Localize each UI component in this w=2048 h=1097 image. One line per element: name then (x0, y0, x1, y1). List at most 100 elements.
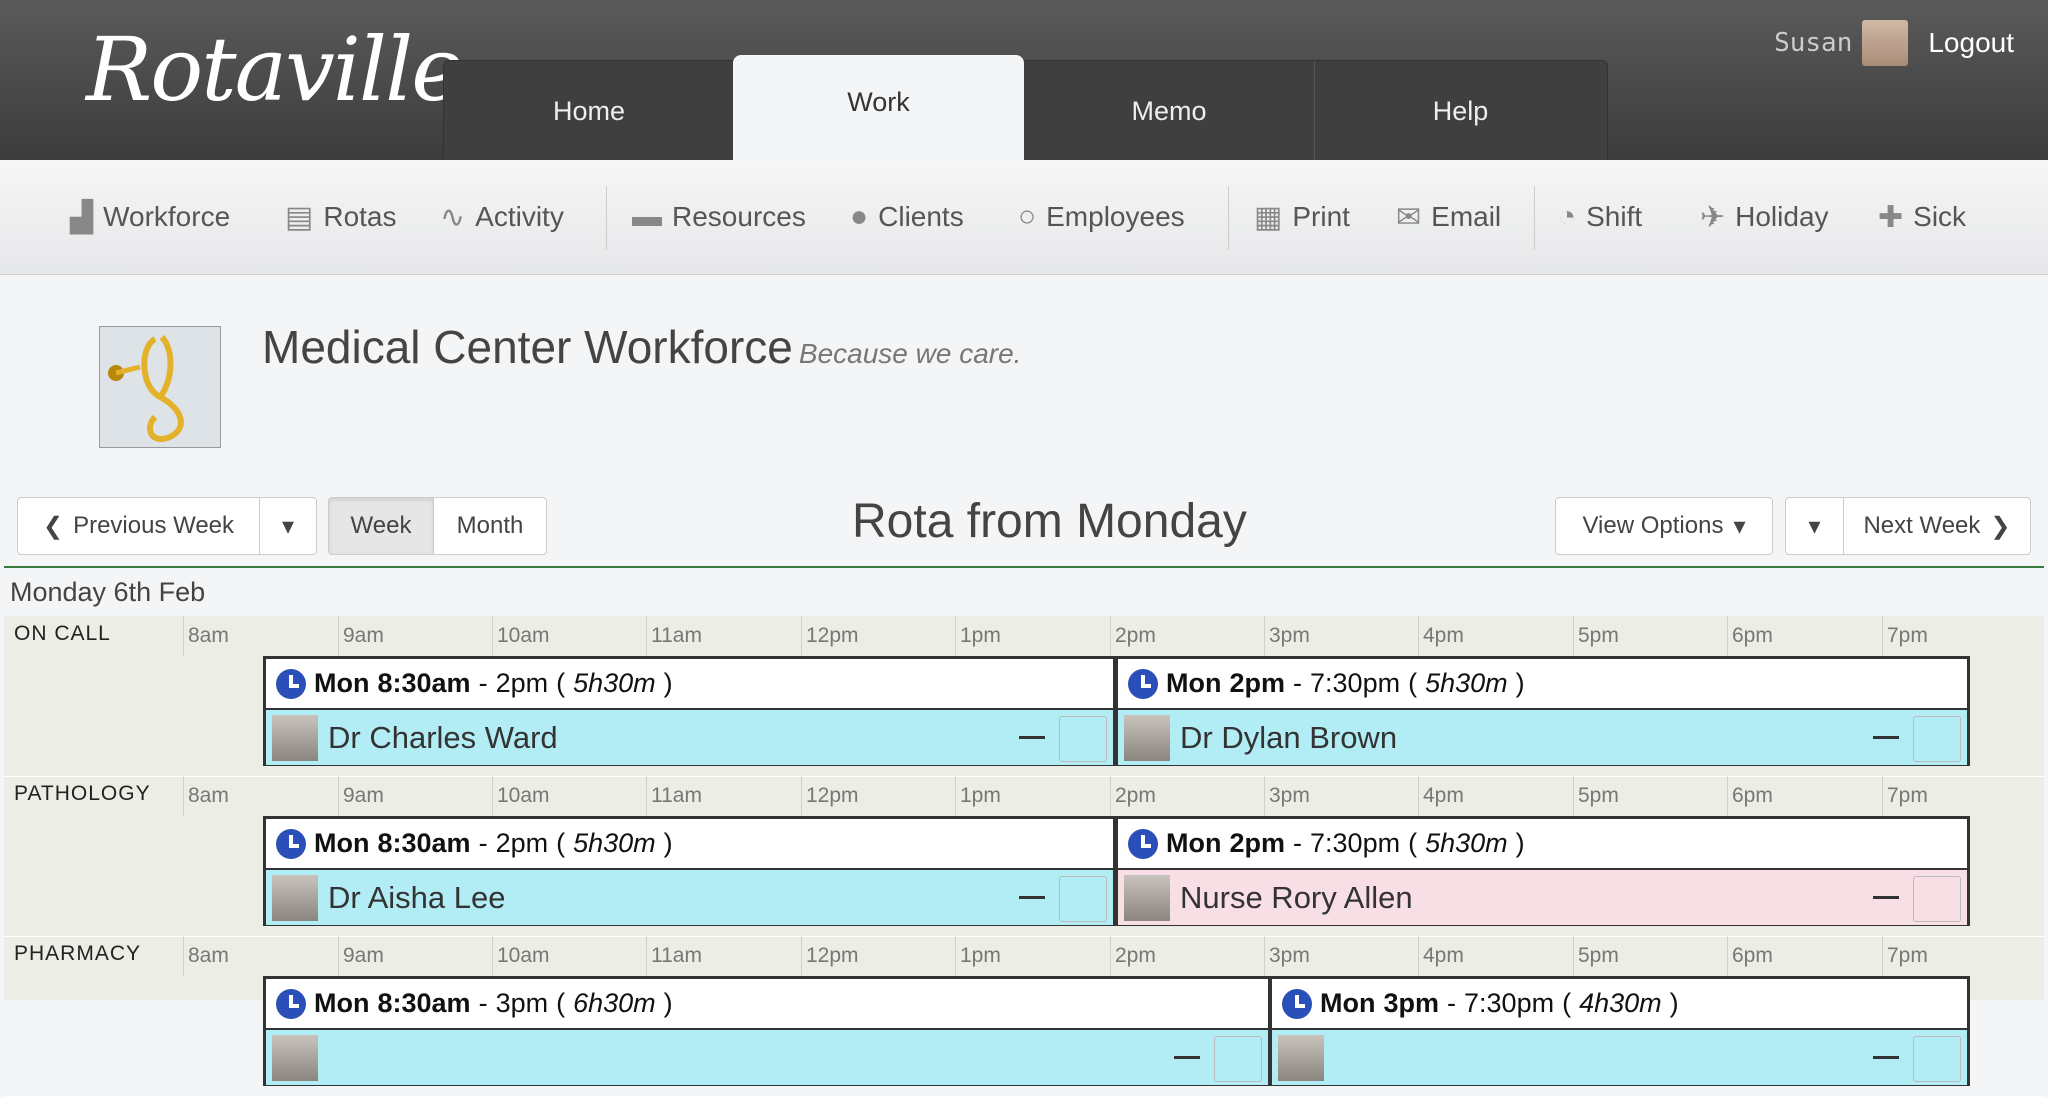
shift-end: 7:30pm (1310, 828, 1401, 858)
view-options-button[interactable]: View Options ▾ (1555, 497, 1773, 555)
shift-checkbox[interactable] (1059, 876, 1107, 922)
shift-checkbox[interactable] (1913, 1036, 1961, 1082)
toolbar-sick[interactable]: ✚ Sick (1878, 160, 1966, 274)
shift-card[interactable]: Mon 8:30am -2pm(5h30m) Dr Charles Ward (263, 656, 1116, 766)
chart-icon: ▟ (70, 200, 94, 234)
shift-checkbox[interactable] (1913, 716, 1961, 762)
toolbar-employees[interactable]: ○ Employees (1018, 160, 1185, 274)
week-view-button[interactable]: Week (328, 497, 434, 555)
hour-label: 6pm (1732, 624, 1773, 647)
toolbar-print[interactable]: ▦ Print (1254, 160, 1350, 274)
hour-label: 3pm (1269, 784, 1310, 807)
tab-memo[interactable]: Memo (1024, 61, 1315, 161)
medkit-icon: ✚ (1878, 200, 1904, 234)
truck-icon: ▬ (632, 200, 662, 233)
hour-gridline (492, 616, 493, 656)
hour-gridline (183, 936, 184, 976)
shift-checkbox[interactable] (1059, 716, 1107, 762)
toolbar-divider (1228, 186, 1229, 250)
shift-paren-open: ( (556, 988, 566, 1018)
stethoscope-icon (108, 335, 184, 442)
clock-icon (276, 668, 306, 699)
toolbar-rotas[interactable]: ▤ Rotas (285, 160, 397, 274)
rota-row: ON CALL 8am 9am 10am 11am 12pm 1pm 2pm 3pm 4pm 5pm… (4, 616, 2044, 777)
shift-card[interactable]: Mon 2pm -7:30pm(5h30m) Nurse Rory Allen (1115, 816, 1970, 926)
shift-card[interactable]: Mon 8:30am -3pm(6h30m) (263, 976, 1271, 1086)
minus-icon[interactable] (1019, 736, 1045, 739)
toolbar-workforce[interactable]: ▟ Workforce (70, 160, 230, 274)
tab-help[interactable]: Help (1315, 61, 1606, 161)
client-icon: ● (850, 200, 869, 233)
toolbar-activity[interactable]: ∿ Activity (440, 160, 564, 274)
hour-gridline (1727, 936, 1728, 976)
toolbar-email[interactable]: ✉ Email (1396, 160, 1501, 274)
page-title: Medical Center Workforce Because we care. (262, 320, 1021, 374)
hour-gridline (801, 776, 802, 816)
previous-week-dropdown[interactable]: ▾ (259, 497, 317, 555)
minus-icon[interactable] (1873, 736, 1899, 739)
shift-end: 2pm (495, 668, 549, 698)
shift-person[interactable] (1272, 1030, 1967, 1085)
minus-icon[interactable] (1019, 896, 1045, 899)
toolbar-divider (606, 186, 607, 250)
hour-label: 2pm (1115, 624, 1156, 647)
app-logo[interactable]: Rotaville (86, 18, 463, 121)
minus-icon[interactable] (1873, 1056, 1899, 1059)
toolbar-label: Email (1431, 201, 1502, 232)
shift-dash: - (478, 988, 488, 1018)
shift-person[interactable]: Dr Dylan Brown (1118, 710, 1967, 765)
clock-icon (1128, 668, 1158, 699)
toolbar-shift[interactable]: ◔ Shift (1558, 160, 1642, 274)
shift-end: 7:30pm (1464, 988, 1555, 1018)
caret-down-icon: ▾ (1733, 512, 1746, 540)
tab-home[interactable]: Home (444, 61, 735, 161)
month-view-button[interactable]: Month (433, 497, 547, 555)
shift-person[interactable]: Dr Aisha Lee (266, 870, 1113, 925)
shift-duration: 5h30m (1425, 668, 1508, 698)
next-week-button[interactable]: Next Week ❯ (1843, 497, 2031, 555)
hour-label: 12pm (806, 944, 859, 967)
shift-person[interactable]: Dr Charles Ward (266, 710, 1113, 765)
toolbar-clients[interactable]: ● Clients (850, 160, 964, 274)
toolbar-label: Activity (475, 201, 564, 232)
shift-duration: 5h30m (573, 828, 656, 858)
hour-label: 4pm (1423, 944, 1464, 967)
hour-label: 7pm (1887, 784, 1928, 807)
logout-link[interactable]: Logout (1928, 27, 2014, 59)
shift-checkbox[interactable] (1214, 1036, 1262, 1082)
hour-gridline (492, 776, 493, 816)
hour-gridline (1110, 616, 1111, 656)
avatar[interactable] (1862, 20, 1909, 66)
shift-start: 8:30am (377, 988, 471, 1018)
avatar (1124, 874, 1170, 921)
shift-card[interactable]: Mon 8:30am -2pm(5h30m) Dr Aisha Lee (263, 816, 1116, 926)
previous-week-button[interactable]: ❮ Previous Week (17, 497, 260, 555)
person-name: Dr Charles Ward (328, 719, 558, 755)
toolbar-holiday[interactable]: ✈ Holiday (1700, 160, 1829, 274)
minus-icon[interactable] (1873, 896, 1899, 899)
avatar (1124, 714, 1170, 761)
shift-card[interactable]: Mon 3pm -7:30pm(4h30m) (1269, 976, 1970, 1086)
hour-gridline (646, 936, 647, 976)
user-name: Susan (1774, 28, 1853, 58)
chevron-right-icon: ❯ (1990, 512, 2011, 540)
shift-person[interactable]: Nurse Rory Allen (1118, 870, 1967, 925)
tab-work[interactable]: Work (733, 55, 1024, 161)
minus-icon[interactable] (1174, 1056, 1200, 1059)
hour-gridline (1264, 936, 1265, 976)
shift-paren-close: ) (1669, 988, 1679, 1018)
caret-down-icon: ▾ (1808, 512, 1821, 540)
avatar (272, 1034, 318, 1081)
shift-card[interactable]: Mon 2pm -7:30pm(5h30m) Dr Dylan Brown (1115, 656, 1970, 766)
shift-time: Mon 3pm -7:30pm(4h30m) (1272, 979, 1967, 1030)
shift-day: Mon (1166, 828, 1222, 858)
hour-label: 2pm (1115, 944, 1156, 967)
next-week-dropdown[interactable]: ▾ (1785, 497, 1844, 555)
avatar (272, 874, 318, 921)
hour-gridline (1418, 776, 1419, 816)
workforce-title: Medical Center Workforce (262, 321, 793, 373)
toolbar-resources[interactable]: ▬ Resources (632, 160, 806, 274)
shift-person[interactable] (266, 1030, 1268, 1085)
shift-start: 2pm (1229, 668, 1286, 698)
shift-checkbox[interactable] (1913, 876, 1961, 922)
